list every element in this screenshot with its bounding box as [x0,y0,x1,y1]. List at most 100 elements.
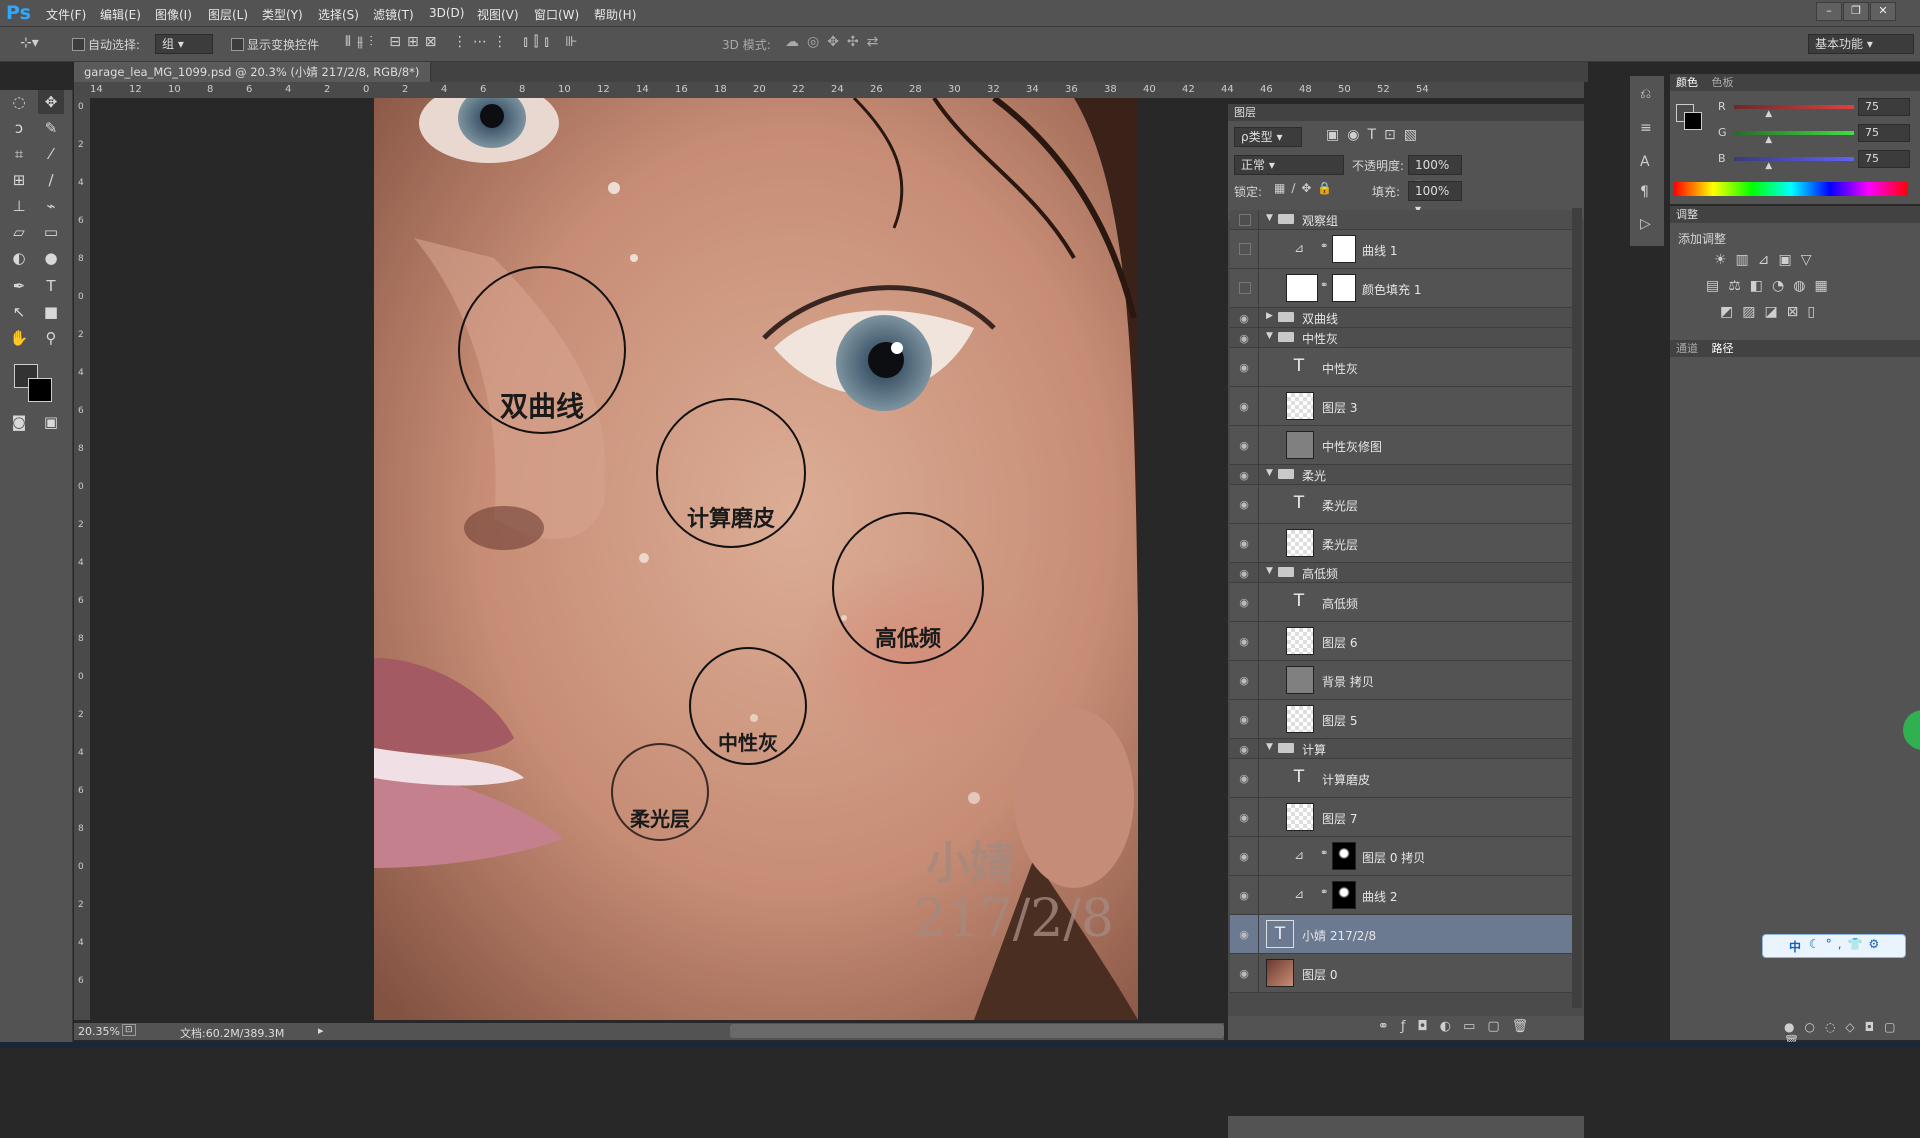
channel-slider-handle[interactable]: ▲ [1765,135,1772,145]
type-tool-icon[interactable]: T [38,274,64,298]
layer-group-row[interactable]: ◉ ▼ 高低频 [1230,563,1572,583]
layer-row[interactable]: ◉ 图层 7 [1230,798,1572,837]
align-icons[interactable]: ⫴⫵⫶ ⊟⊞⊠ ⋮⋯⋮ ⫾⫿⫾ ⊪ [345,34,583,50]
ime-icons[interactable]: ☾°,👕⚙ [1809,937,1885,951]
visibility-eye-icon[interactable]: ◉ [1236,537,1252,550]
lock-icons[interactable]: ▦∕✥🔒 [1274,181,1338,195]
actions-icon[interactable]: ▷ [1640,216,1651,232]
tab-adjustments[interactable]: 调整 [1676,208,1698,221]
adjustment-icons-row3[interactable]: ◩▨◪⊠▯ [1720,304,1824,320]
layer-actions-icons[interactable]: ⚭ƒ◘◐▭▢🗑 [1378,1019,1540,1034]
ime-mode[interactable]: 中 [1789,938,1801,955]
layer-row[interactable]: ◉ 图层 6 [1230,622,1572,661]
layer-group-row[interactable]: ◉ ▼ 中性灰 [1230,328,1572,348]
link-chain-icon[interactable]: ⚭ [1320,887,1328,898]
link-chain-icon[interactable]: ⚭ [1320,241,1328,252]
menu-window[interactable]: 窗口(W) [534,6,579,23]
menu-image[interactable]: 图像(I) [155,6,192,23]
menu-view[interactable]: 视图(V) [477,6,519,23]
collapse-arrow-icon[interactable]: ▼ [1266,742,1273,752]
layer-row[interactable]: ◉ T 高低频 [1230,583,1572,622]
layer-group-row[interactable]: ▼ 观察组 [1230,210,1572,230]
channel-slider[interactable] [1734,131,1854,135]
channel-value-field[interactable]: 75 [1858,124,1910,142]
layer-row[interactable]: ⚭ 颜色填充 1 [1230,269,1572,308]
link-chain-icon[interactable]: ⚭ [1320,280,1328,291]
crop-tool-icon[interactable]: ⌗ [6,142,32,166]
layers-scrollbar[interactable] [1572,208,1582,1008]
collapse-arrow-icon[interactable]: ▼ [1266,566,1273,576]
visibility-eye-icon[interactable]: ◉ [1236,850,1252,863]
layer-row[interactable]: ◉ 柔光层 [1230,524,1572,563]
layer-row[interactable]: ◉ 中性灰修图 [1230,426,1572,465]
fill-field[interactable]: 100% ▾ [1408,181,1462,216]
clone-stamp-tool-icon[interactable]: ⊥ [6,194,32,218]
history-brush-tool-icon[interactable]: ⌁ [38,194,64,218]
marquee-tool-icon[interactable]: ◌ [6,90,32,114]
history-icon[interactable]: ⎌ [1640,86,1651,102]
adjustment-icons-row1[interactable]: ☀▥⊿▣▽ [1714,252,1821,268]
move-tool-icon[interactable]: ✥ [38,90,64,114]
visibility-eye-icon[interactable] [1239,282,1251,294]
pen-tool-icon[interactable]: ✒ [6,274,32,298]
visibility-eye-icon[interactable]: ◉ [1236,361,1252,374]
tab-swatches[interactable]: 色板 [1712,76,1734,89]
visibility-eye-icon[interactable]: ◉ [1236,469,1252,482]
screen-mode-icon[interactable]: ▣ [38,410,64,434]
menu-type[interactable]: 类型(Y) [262,6,303,23]
blend-mode-dropdown[interactable]: 正常 ▾ [1234,155,1344,175]
collapse-arrow-icon[interactable]: ▼ [1266,331,1273,341]
doc-info[interactable]: 文档:60.2M/389.3M [180,1025,284,1041]
visibility-eye-icon[interactable]: ◉ [1236,674,1252,687]
layer-mask-thumbnail[interactable] [1332,235,1356,263]
layer-row[interactable]: ◉ ⊿ ⚭ 曲线 2 [1230,876,1572,915]
lasso-tool-icon[interactable]: ↄ [6,116,32,140]
channel-value-field[interactable]: 75 [1858,150,1910,168]
visibility-eye-icon[interactable]: ◉ [1236,312,1252,325]
move-tool-icon[interactable]: ⊹▾ [20,35,39,51]
eraser-tool-icon[interactable]: ▱ [6,220,32,244]
visibility-eye-icon[interactable]: ◉ [1236,713,1252,726]
tab-color[interactable]: 颜色 [1676,76,1698,89]
visibility-eye-icon[interactable] [1239,243,1251,255]
menu-help[interactable]: 帮助(H) [594,6,636,23]
adjustment-icons-row2[interactable]: ▤⚖◧◔◍▦ [1706,278,1837,294]
layer-group-row[interactable]: ◉ ▶ 双曲线 [1230,308,1572,328]
close-button[interactable]: ✕ [1870,2,1896,21]
3d-mode-icons[interactable]: ☁◎✥✣⇄ [785,34,886,50]
expand-arrow-icon[interactable]: ▶ [1266,311,1273,321]
layer-row[interactable]: ⊿ ⚭ 曲线 1 [1230,230,1572,269]
menu-filter[interactable]: 滤镜(T) [373,6,414,23]
link-chain-icon[interactable]: ⚭ [1320,848,1328,859]
eyedropper-tool-icon[interactable]: ⁄ [38,142,64,166]
blur-tool-icon[interactable]: ◐ [6,246,32,270]
visibility-eye-icon[interactable]: ◉ [1236,811,1252,824]
layer-mask-thumbnail[interactable] [1332,274,1356,302]
channel-value-field[interactable]: 75 [1858,98,1910,116]
workspace-dropdown[interactable]: 基本功能 ▾ [1808,34,1914,54]
auto-select-dropdown[interactable]: 组 ▾ [155,34,213,54]
collapse-arrow-icon[interactable]: ▼ [1266,213,1273,223]
healing-tool-icon[interactable]: ⊞ [6,168,32,192]
quick-mask-icon[interactable]: ◙ [6,410,32,434]
document-canvas[interactable]: 双曲线 计算磨皮 高低频 中性灰 柔光层 小婧 217/2/8 [374,98,1138,1020]
layer-group-row[interactable]: ◉ ▼ 柔光 [1230,465,1572,485]
visibility-eye-icon[interactable]: ◉ [1236,743,1252,756]
quick-select-tool-icon[interactable]: ✎ [38,116,64,140]
layers-tab[interactable]: 图层 [1234,106,1256,119]
horizontal-scrollbar[interactable] [730,1024,1224,1038]
menu-file[interactable]: 文件(F) [46,6,86,23]
zoom-level[interactable]: 20.35% [78,1025,120,1038]
dodge-tool-icon[interactable]: ● [38,246,64,270]
visibility-eye-icon[interactable] [1239,213,1251,226]
minimize-button[interactable]: – [1816,2,1842,21]
paragraph-icon[interactable]: ¶ [1640,184,1649,200]
layer-mask-thumbnail[interactable] [1332,842,1356,870]
visibility-eye-icon[interactable]: ◉ [1236,332,1252,345]
menu-edit[interactable]: 编辑(E) [100,6,141,23]
show-transform-checkbox[interactable] [231,38,244,51]
zoom-tool-icon[interactable]: ⚲ [38,326,64,350]
path-select-tool-icon[interactable]: ↖ [6,300,32,324]
ime-toolbar[interactable]: 中 ☾°,👕⚙ [1762,934,1906,958]
properties-icon[interactable]: ≡ [1640,120,1652,136]
